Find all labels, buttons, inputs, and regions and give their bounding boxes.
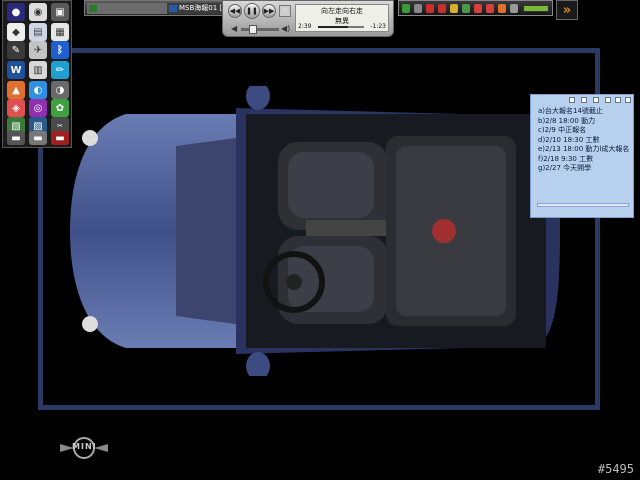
launcher-app-icon[interactable]: ▥ <box>29 61 47 79</box>
launcher-app-icon[interactable]: ▲ <box>7 81 25 99</box>
volume-high-icon: ◀) <box>281 24 291 33</box>
bluetooth-icon[interactable]: ᛒ <box>51 41 69 59</box>
note-item: b)2/8 18:00 動力 <box>538 116 596 125</box>
mini-logo-text: MINI <box>72 442 97 451</box>
launcher-app-icon[interactable]: ▤ <box>29 23 47 41</box>
tray-app-icon[interactable] <box>474 4 482 13</box>
note-settings-icon[interactable] <box>605 97 611 103</box>
previous-button[interactable]: ◀◀ <box>228 4 242 18</box>
image-watermark: #5495 <box>597 462 634 476</box>
word-icon[interactable]: W <box>7 61 25 79</box>
launcher-app-icon[interactable]: ◎ <box>29 99 47 117</box>
launcher-app-icon[interactable]: ▬ <box>29 131 47 145</box>
app-icon <box>89 5 97 12</box>
seek-bar[interactable] <box>318 26 364 28</box>
note-scrollbar[interactable] <box>537 203 629 207</box>
launcher-app-icon[interactable]: ◉ <box>29 3 47 21</box>
launcher-app-icon[interactable]: ▣ <box>51 3 69 21</box>
song-title: 向左走向右走 <box>321 7 363 15</box>
app-icon <box>169 5 177 12</box>
launcher-app-icon[interactable]: ✈ <box>29 41 47 59</box>
tray-app-icon[interactable] <box>438 4 446 13</box>
tray-app-icon[interactable] <box>426 4 434 13</box>
note-pin-icon[interactable] <box>593 97 599 103</box>
media-player: ◀◀ ❚❚ ▶▶ ≡ ◀ ◀) 向左走向右走 無異 2:39 -1:23 <box>222 0 394 37</box>
launcher-app-icon[interactable]: ◑ <box>51 81 69 99</box>
launcher-app-icon[interactable]: ▬ <box>7 131 25 145</box>
note-new-icon[interactable] <box>569 97 575 103</box>
launcher-app-icon[interactable]: ✿ <box>51 99 69 117</box>
launcher-app-icon[interactable]: ◐ <box>29 81 47 99</box>
next-button[interactable]: ▶▶ <box>262 4 276 18</box>
tray-app-icon[interactable] <box>498 4 506 13</box>
volume-slider[interactable] <box>241 25 279 34</box>
launcher-app-icon[interactable]: ✏ <box>51 61 69 79</box>
note-minimize-icon[interactable] <box>615 97 621 103</box>
tray-app-icon[interactable] <box>450 4 458 13</box>
launcher-app-icon[interactable]: ● <box>7 3 25 21</box>
note-close-icon[interactable] <box>625 97 631 103</box>
taskbar-item[interactable] <box>87 3 175 14</box>
sticky-note[interactable]: a)台大報名14號截止 b)2/8 18:00 動力 c)2/9 中正報名 d)… <box>530 94 634 218</box>
tray-app-icon[interactable] <box>414 4 422 13</box>
note-item: f)2/18 9:30 工數 <box>538 154 594 163</box>
tray-app-icon[interactable] <box>402 4 410 13</box>
note-item: c)2/9 中正報名 <box>538 126 587 134</box>
tray-app-icon[interactable] <box>486 4 494 13</box>
launcher-app-icon[interactable]: ◈ <box>7 99 25 117</box>
launcher-app-icon[interactable]: ✎ <box>7 41 25 59</box>
tray-app-icon[interactable] <box>510 4 518 13</box>
list-icon[interactable]: ≡ <box>279 5 291 17</box>
now-playing-display: 向左走向右走 無異 2:39 -1:23 <box>295 4 389 32</box>
volume-knob[interactable] <box>249 25 257 34</box>
volume-low-icon: ◀ <box>231 24 238 33</box>
elapsed-time: 2:39 <box>298 23 312 30</box>
note-item: g)2/27 今天開學 <box>538 164 592 172</box>
car-image <box>70 86 560 376</box>
pause-button[interactable]: ❚❚ <box>244 3 260 19</box>
note-item: a)台大報名14號截止 <box>538 107 603 115</box>
remaining-time: -1:23 <box>370 23 386 30</box>
note-item: d)2/10 18:30 工數 <box>538 135 600 144</box>
sticky-note-toolbar <box>531 95 633 106</box>
system-tray <box>398 0 553 16</box>
forward-arrows-icon[interactable]: » <box>556 0 578 20</box>
launcher-dock: ● ◉ ▣ ◆ ▤ ▦ ✎ ✈ ᛒ W ▥ ✏ ▲ ◐ ◑ ◈ ◎ ✿ ▧ ▨ … <box>2 0 72 148</box>
sticky-note-list: a)台大報名14號截止 b)2/8 18:00 動力 c)2/9 中正報名 d)… <box>538 107 629 174</box>
battery-icon[interactable] <box>523 5 549 12</box>
seek-bar-fill <box>318 26 349 28</box>
launcher-app-icon[interactable]: ▬ <box>51 131 69 145</box>
launcher-app-icon[interactable]: ▦ <box>51 23 69 41</box>
note-item: e)2/13 18:00 動力l成大報名 <box>538 145 630 153</box>
launcher-app-icon[interactable]: ◆ <box>7 23 25 41</box>
note-edit-icon[interactable] <box>581 97 587 103</box>
tray-app-icon[interactable] <box>462 4 470 13</box>
mini-logo: MINI <box>58 436 110 460</box>
